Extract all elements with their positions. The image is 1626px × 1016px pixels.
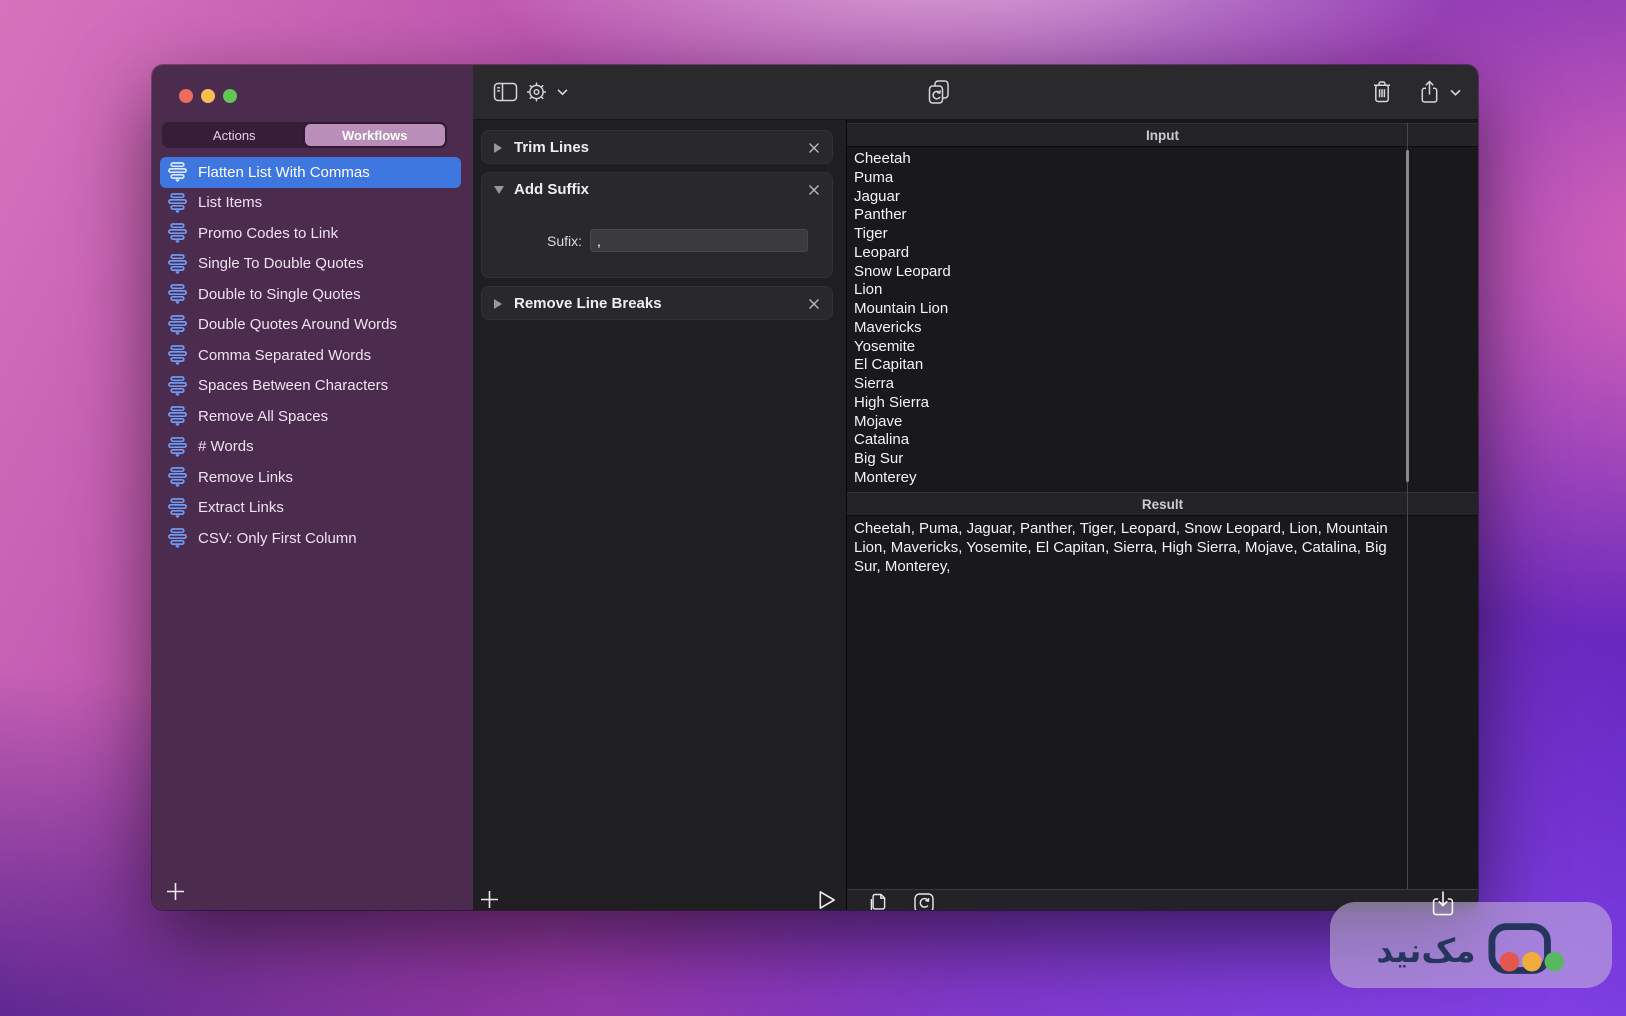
workflow-steps-panel: Trim Lines Add Suffix Sufix: bbox=[473, 120, 847, 910]
delete-button[interactable] bbox=[1371, 80, 1393, 105]
gear-icon bbox=[525, 81, 548, 104]
input-textarea[interactable]: Cheetah Puma Jaguar Panther Tiger Leopar… bbox=[854, 150, 1402, 488]
run-conversion-button[interactable] bbox=[925, 79, 952, 106]
workflow-stack-icon bbox=[168, 345, 187, 365]
step-title: Trim Lines bbox=[514, 139, 589, 156]
sidebar-item-workflow[interactable]: Promo Codes to Link bbox=[160, 218, 461, 249]
sidebar-toggle-icon bbox=[493, 82, 518, 103]
workflow-stack-icon bbox=[168, 406, 187, 426]
copy-icon bbox=[867, 892, 889, 910]
sidebar-item-workflow[interactable]: Comma Separated Words bbox=[160, 340, 461, 371]
disclosure-expanded-icon[interactable] bbox=[494, 186, 504, 194]
result-section-header: Result bbox=[847, 492, 1478, 516]
sidebar-item-workflow[interactable]: CSV: Only First Column bbox=[160, 523, 461, 554]
tab-workflows[interactable]: Workflows bbox=[305, 124, 446, 146]
workflow-stack-icon bbox=[168, 193, 187, 213]
sidebar-item-workflow[interactable]: Remove Links bbox=[160, 462, 461, 493]
remove-step-button[interactable] bbox=[808, 298, 820, 310]
workflow-stack-icon bbox=[168, 223, 187, 243]
run-workflow-button[interactable] bbox=[816, 889, 838, 910]
download-icon bbox=[1430, 889, 1456, 917]
remove-step-button[interactable] bbox=[808, 184, 820, 196]
toggle-sidebar-button[interactable] bbox=[493, 82, 518, 103]
suffix-field-label: Sufix: bbox=[500, 233, 582, 249]
sidebar-item-workflow[interactable]: Double to Single Quotes bbox=[160, 279, 461, 310]
settings-menu-button[interactable] bbox=[525, 81, 568, 104]
share-menu-button[interactable] bbox=[1419, 79, 1461, 105]
sidebar-item-label: Double Quotes Around Words bbox=[198, 316, 397, 333]
disclosure-collapsed-icon[interactable] bbox=[494, 299, 502, 309]
workflow-stack-icon bbox=[168, 284, 187, 304]
sidebar-item-label: Promo Codes to Link bbox=[198, 225, 338, 242]
workflow-stack-icon bbox=[168, 528, 187, 548]
io-panel: Input Cheetah Puma Jaguar Panther Tiger … bbox=[847, 120, 1478, 910]
zoom-window-button[interactable] bbox=[223, 89, 237, 103]
close-window-button[interactable] bbox=[179, 89, 193, 103]
step-card-remove-line-breaks[interactable]: Remove Line Breaks bbox=[481, 286, 833, 320]
watermark-badge: مک‌نید bbox=[1330, 902, 1612, 988]
sidebar-item-workflow[interactable]: Flatten List With Commas bbox=[160, 157, 461, 188]
watermark-brand-text: مک‌نید bbox=[1376, 934, 1475, 967]
workflow-stack-icon bbox=[168, 467, 187, 487]
workflow-list: Flatten List With Commas List Items bbox=[160, 157, 461, 554]
sidebar-item-label: Spaces Between Characters bbox=[198, 377, 388, 394]
result-header-label: Result bbox=[882, 497, 1443, 512]
convert-documents-icon bbox=[925, 79, 952, 106]
step-title: Remove Line Breaks bbox=[514, 295, 662, 312]
workflow-stack-icon bbox=[168, 376, 187, 396]
sidebar-segmented-control: Actions Workflows bbox=[162, 122, 447, 148]
reuse-result-icon bbox=[913, 892, 935, 910]
minimize-window-button[interactable] bbox=[201, 89, 215, 103]
sidebar-item-workflow[interactable]: Spaces Between Characters bbox=[160, 371, 461, 402]
remove-step-button[interactable] bbox=[808, 142, 820, 154]
input-header-label: Input bbox=[882, 128, 1443, 143]
add-step-button[interactable] bbox=[480, 890, 499, 909]
sidebar-item-workflow[interactable]: List Items bbox=[160, 188, 461, 219]
workflow-stack-icon bbox=[168, 498, 187, 518]
tab-actions[interactable]: Actions bbox=[164, 124, 305, 146]
input-scrollbar[interactable] bbox=[1406, 150, 1409, 482]
disclosure-collapsed-icon[interactable] bbox=[494, 143, 502, 153]
text-workflow-window: Actions Workflows Flatten List With Comm… bbox=[152, 65, 1478, 910]
sidebar-item-label: Double to Single Quotes bbox=[198, 286, 361, 303]
workflow-stack-icon bbox=[168, 315, 187, 335]
save-result-button[interactable] bbox=[1430, 889, 1456, 917]
traffic-lights bbox=[179, 89, 237, 103]
sidebar-item-label: Comma Separated Words bbox=[198, 347, 371, 364]
input-section-header: Input bbox=[847, 123, 1478, 147]
sidebar-item-label: Remove All Spaces bbox=[198, 408, 328, 425]
sidebar-item-label: Extract Links bbox=[198, 499, 284, 516]
add-workflow-button[interactable] bbox=[166, 882, 185, 901]
sidebar-item-label: Single To Double Quotes bbox=[198, 255, 364, 272]
trash-icon bbox=[1371, 80, 1393, 105]
toolbar bbox=[473, 65, 1478, 120]
sidebar-item-label: CSV: Only First Column bbox=[198, 530, 357, 547]
sidebar: Actions Workflows Flatten List With Comm… bbox=[152, 65, 473, 910]
copy-result-button[interactable] bbox=[867, 892, 889, 910]
sidebar-item-workflow[interactable]: Extract Links bbox=[160, 493, 461, 524]
step-title: Add Suffix bbox=[514, 181, 589, 198]
sidebar-item-label: Remove Links bbox=[198, 469, 293, 486]
sidebar-item-workflow[interactable]: # Words bbox=[160, 432, 461, 463]
watermark-logo-icon bbox=[1488, 922, 1566, 978]
result-text: Cheetah, Puma, Jaguar, Panther, Tiger, L… bbox=[854, 520, 1402, 576]
step-card-add-suffix[interactable]: Add Suffix Sufix: bbox=[481, 172, 833, 278]
share-icon bbox=[1419, 79, 1440, 105]
sidebar-item-label: Flatten List With Commas bbox=[198, 164, 370, 181]
play-icon bbox=[816, 889, 838, 910]
sidebar-item-label: # Words bbox=[198, 438, 254, 455]
workflow-stack-icon bbox=[168, 162, 187, 182]
chevron-down-icon bbox=[1450, 89, 1461, 96]
sidebar-item-workflow[interactable]: Single To Double Quotes bbox=[160, 249, 461, 280]
workflow-stack-icon bbox=[168, 254, 187, 274]
suffix-input[interactable] bbox=[590, 229, 808, 252]
sidebar-item-label: List Items bbox=[198, 194, 262, 211]
workflow-stack-icon bbox=[168, 437, 187, 457]
use-result-as-input-button[interactable] bbox=[913, 892, 935, 910]
sidebar-item-workflow[interactable]: Double Quotes Around Words bbox=[160, 310, 461, 341]
sidebar-item-workflow[interactable]: Remove All Spaces bbox=[160, 401, 461, 432]
chevron-down-icon bbox=[557, 89, 568, 96]
step-card-trim-lines[interactable]: Trim Lines bbox=[481, 130, 833, 164]
